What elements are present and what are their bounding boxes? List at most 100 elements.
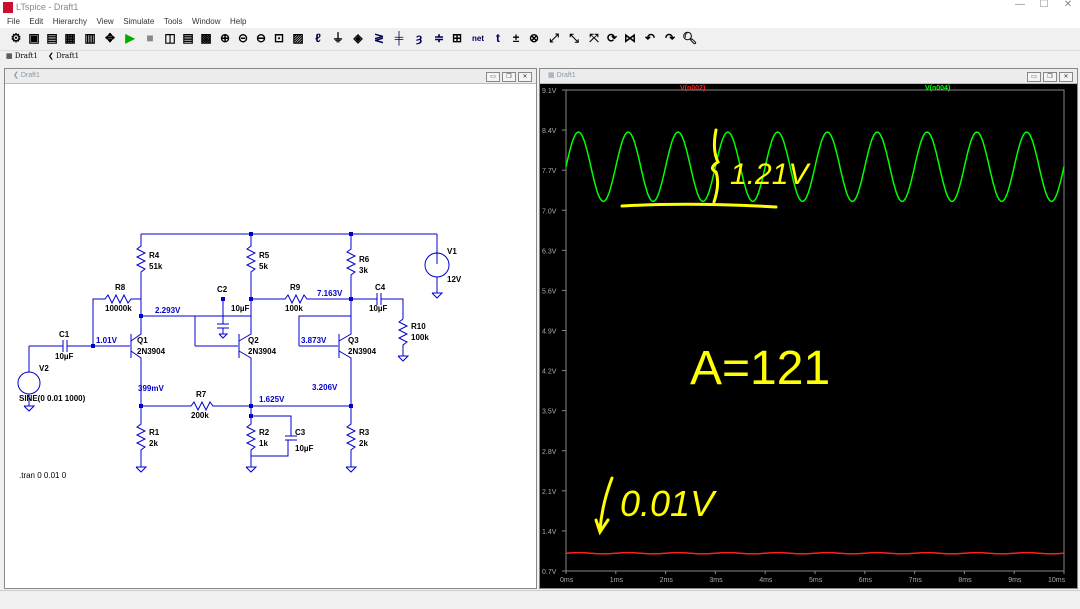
node-voltage-5: 399mV: [138, 384, 164, 393]
label-V1: V1: [447, 247, 457, 256]
new-schematic-icon[interactable]: ▣: [28, 32, 40, 45]
pane-close-button[interactable]: ✕: [518, 72, 532, 82]
x-tick-label: 2ms: [660, 577, 674, 584]
label-C4: C4: [375, 283, 386, 292]
x-tick-label: 5ms: [809, 577, 823, 584]
waveform-window-title: ▦ Draft1: [548, 72, 576, 79]
menu-bar: File Edit Hierarchy View Simulate Tools …: [0, 15, 1080, 28]
zoom-in-icon[interactable]: ⊕: [219, 32, 231, 45]
component-icon[interactable]: ⊞: [451, 32, 463, 45]
waveform-window-titlebar: ▦ Draft1 ▭ ❐ ✕: [540, 69, 1077, 84]
y-tick-label: 2.1V: [542, 489, 557, 496]
tab-plot[interactable]: ❮ Draft1: [48, 52, 79, 60]
pane-minimize-button[interactable]: ▭: [486, 72, 500, 82]
value-C3: 10µF: [295, 444, 314, 453]
plot-restore-button[interactable]: ❐: [1043, 72, 1057, 82]
capacitor-icon[interactable]: ╪: [393, 32, 405, 45]
spice-directive-button[interactable]: net: [470, 32, 486, 45]
menu-window[interactable]: Window: [192, 15, 220, 28]
toolbar: ⚙ ▣ ▤ ▦ ▥ ✥ ▶ ■ ◫ ▤ ▩ ⊕ ⊝ ⊖ ⊡ ▨ ℓ ⏚ ◈ ≷ …: [0, 28, 1080, 51]
tab-schematic[interactable]: ▦ Draft1: [6, 52, 38, 60]
inductor-icon[interactable]: ȝ: [413, 32, 425, 45]
redo-icon[interactable]: ↷: [664, 32, 676, 45]
menu-help[interactable]: Help: [230, 15, 246, 28]
ground-icon[interactable]: ⏚: [332, 32, 344, 45]
control-panel-icon[interactable]: ✥: [104, 32, 116, 45]
value-R2: 1k: [259, 439, 268, 448]
plot-minimize-button[interactable]: ▭: [1027, 72, 1041, 82]
tile-horizontal-icon[interactable]: ▤: [182, 32, 194, 45]
halt-icon[interactable]: ■: [144, 32, 156, 45]
node-voltage-1: 2.293V: [155, 306, 181, 315]
close-button[interactable]: ✕: [1056, 0, 1080, 12]
tile-vertical-icon[interactable]: ◫: [164, 32, 176, 45]
value-V1: 12V: [447, 275, 462, 284]
rotate-icon[interactable]: ⟳: [606, 32, 618, 45]
open-icon[interactable]: ▤: [46, 32, 58, 45]
menu-view[interactable]: View: [96, 15, 113, 28]
label-R7: R7: [196, 390, 207, 399]
save-icon[interactable]: ▦: [64, 32, 76, 45]
minimize-button[interactable]: —: [1008, 0, 1032, 12]
node-voltage-7: 1.625V: [259, 395, 285, 404]
gear-icon[interactable]: ⚙: [10, 32, 22, 45]
label-R2: R2: [259, 428, 270, 437]
trace-series-1: [565, 131, 1065, 203]
undo-icon[interactable]: ↶: [644, 32, 656, 45]
value-Q3: 2N3904: [348, 347, 377, 356]
text-icon[interactable]: t: [492, 32, 504, 45]
label-R9: R9: [290, 283, 301, 292]
y-tick-label: 1.4V: [542, 529, 557, 536]
waveform-plot[interactable]: 0.7V 1.4V 2.1V 2.8V 3.5V 4.2V 4.9V 5.6V 6.3V 7.0V…: [540, 84, 1077, 588]
plot-close-button[interactable]: ✕: [1059, 72, 1073, 82]
menu-simulate[interactable]: Simulate: [123, 15, 154, 28]
value-R10: 100k: [411, 333, 429, 342]
wire-icon[interactable]: ℓ: [312, 32, 324, 45]
duplicate-icon[interactable]: ⤢: [548, 32, 560, 45]
y-tick-label: 0.7V: [542, 569, 557, 576]
x-tick-label: 10ms: [1048, 577, 1066, 584]
y-tick-label: 7.0V: [542, 208, 557, 215]
run-icon[interactable]: ▶: [124, 32, 136, 45]
value-R1: 2k: [149, 439, 158, 448]
resistor-icon[interactable]: ≷: [373, 32, 385, 45]
title-bar: LTspice - Draft1 — ☐ ✕: [0, 0, 1080, 16]
y-tick-label: 3.5V: [542, 409, 557, 416]
legend-series-1[interactable]: V(n004): [925, 85, 950, 92]
node-voltage-4: 3.873V: [301, 336, 327, 345]
legend-series-0[interactable]: V(n002): [680, 85, 705, 92]
x-tick-label: 0ms: [560, 577, 574, 584]
menu-tools[interactable]: Tools: [164, 15, 183, 28]
value-R9: 100k: [285, 304, 303, 313]
mirror-icon[interactable]: ⋈: [624, 32, 636, 45]
y-tick-label: 9.1V: [542, 88, 557, 95]
window-title: LTspice - Draft1: [16, 2, 79, 12]
find-icon[interactable]: 🔍︎: [682, 32, 697, 45]
pane-restore-button[interactable]: ❐: [502, 72, 516, 82]
schematic-window-titlebar: ❮ Draft1 ▭ ❐ ✕: [5, 69, 536, 84]
pan-icon[interactable]: ⊝: [237, 32, 249, 45]
waveform-icon[interactable]: ▨: [292, 32, 304, 45]
move-icon[interactable]: ±: [510, 32, 522, 45]
print-icon[interactable]: ▥: [84, 32, 96, 45]
cascade-icon[interactable]: ▩: [200, 32, 212, 45]
label-V2: V2: [39, 364, 49, 373]
schematic-canvas[interactable]: R4 51k R5 5k R6 3k V1 12V R8 10000k C2 1…: [5, 84, 536, 588]
x-tick-label: 9ms: [1008, 577, 1022, 584]
drag-icon[interactable]: ⤧: [588, 32, 600, 45]
menu-edit[interactable]: Edit: [29, 15, 43, 28]
zoom-fit-icon[interactable]: ⊡: [273, 32, 285, 45]
maximize-button[interactable]: ☐: [1032, 0, 1056, 12]
node-voltage-3: 1.01V: [96, 336, 118, 345]
spice-directive[interactable]: .tran 0 0.01 0: [19, 471, 67, 480]
label-icon[interactable]: ◈: [352, 32, 364, 45]
delete-icon[interactable]: ⊗: [528, 32, 540, 45]
diode-icon[interactable]: ≑: [433, 32, 445, 45]
zoom-out-icon[interactable]: ⊖: [255, 32, 267, 45]
menu-hierarchy[interactable]: Hierarchy: [53, 15, 87, 28]
label-Q2: Q2: [248, 336, 259, 345]
menu-file[interactable]: File: [7, 15, 20, 28]
x-tick-label: 7ms: [909, 577, 923, 584]
ltspice-logo-icon: [3, 2, 13, 13]
move-alt-icon[interactable]: ⤡: [568, 32, 580, 45]
